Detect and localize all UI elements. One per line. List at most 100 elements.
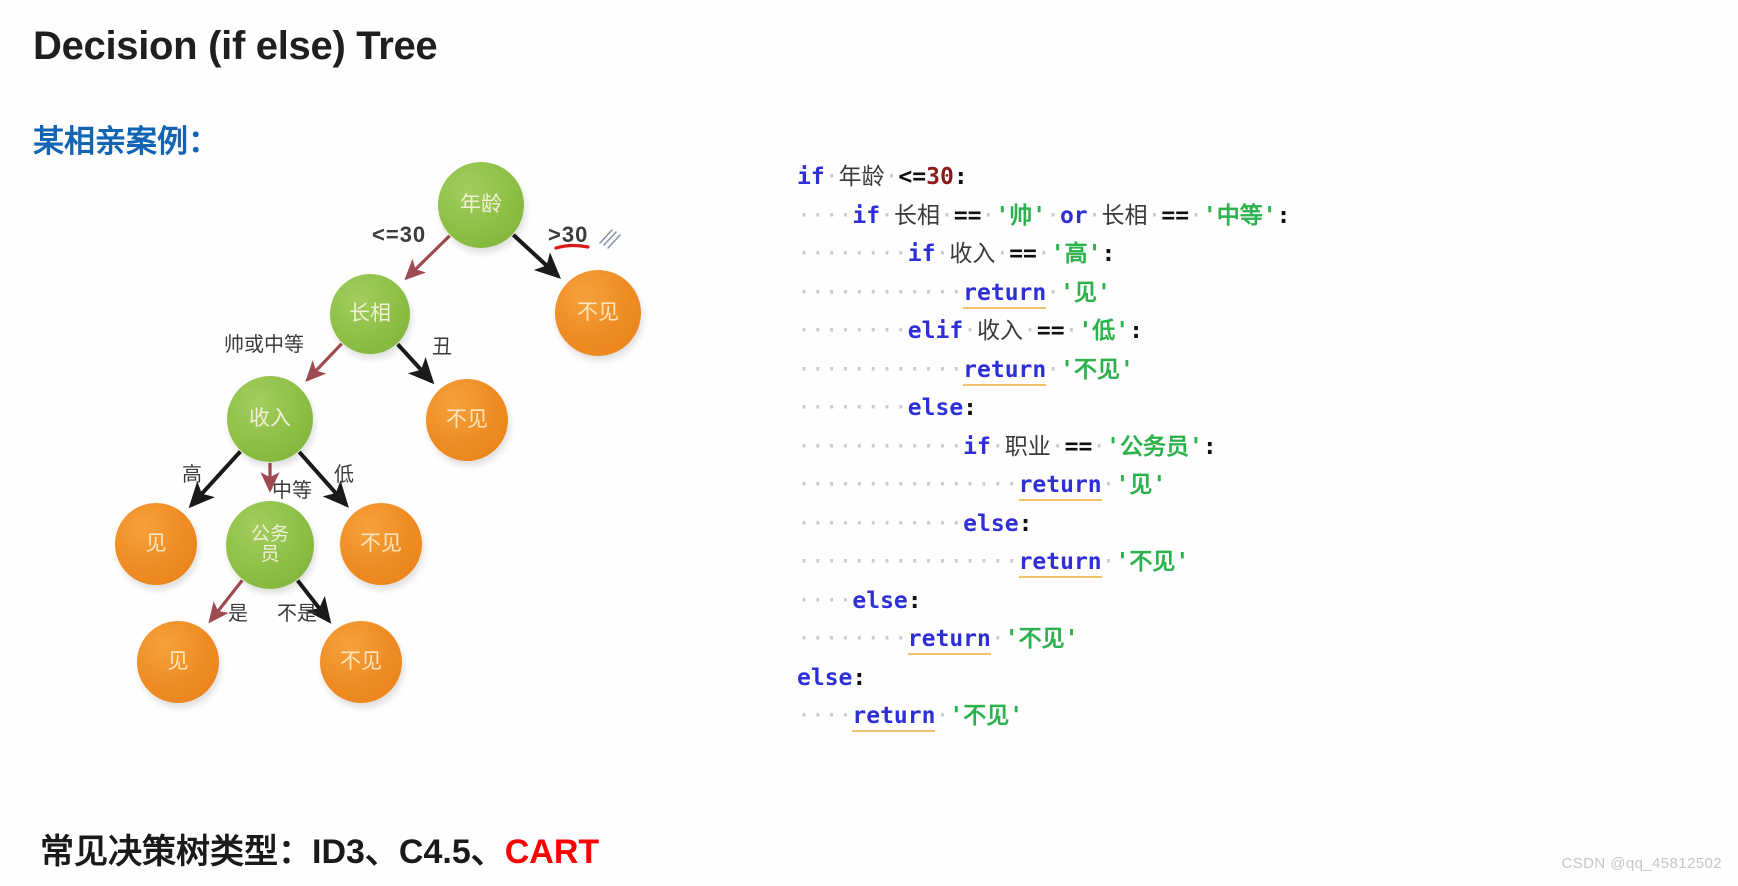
tree-node-label: 见 [167, 649, 189, 673]
code-token-str: '公务员' [1106, 433, 1203, 460]
code-token-kw: if [797, 164, 825, 190]
code-token-pun: : [953, 164, 968, 190]
decision-tree-diagram: 年龄 不见 长相 不见 收入见公务员 不见见不见 <=30 >30 帅或中等丑高中等低是不是 [0, 140, 700, 740]
tree-node-no4: 不见 [320, 621, 402, 703]
code-token-str: '高' [1050, 241, 1102, 267]
code-line-15: ····return·'不见' [797, 697, 1290, 736]
code-token-pun: : [907, 587, 922, 614]
code-token-op: == [1064, 433, 1093, 460]
tree-node-yes1: 见 [115, 503, 197, 585]
tree-node-label: 收入 [249, 406, 291, 430]
tree-node-looks: 长相 [330, 274, 410, 354]
space-dot: · [824, 164, 839, 190]
tree-node-civil: 公务员 [226, 501, 314, 589]
tree-node-label: 年龄 [460, 192, 502, 216]
code-line-13: ········return·'不见' [797, 620, 1290, 659]
code-line-12: ····else: [797, 582, 1290, 621]
space-dot: · [1046, 279, 1061, 306]
code-token-pun: : [1101, 241, 1116, 267]
code-token-kwu: return [1018, 549, 1102, 578]
code-token-kwu: return [907, 626, 991, 655]
code-line-4: ············return·'见' [797, 274, 1290, 313]
code-token-num: 30 [926, 164, 954, 190]
code-token-kw: if [907, 241, 936, 267]
code-token-pun: : [852, 664, 867, 691]
edge-label-income-civil: 中等 [272, 480, 312, 502]
code-line-6: ············return·'不见' [797, 351, 1290, 390]
code-token-op: == [953, 202, 982, 229]
code-line-10: ············else: [797, 505, 1290, 544]
code-token-kw: else [963, 510, 1019, 537]
code-token-kw: if [852, 202, 881, 229]
code-token-id: 收入 [949, 241, 996, 267]
code-token-kwu: return [963, 279, 1047, 309]
code-line-1: if·年龄·<=30: [797, 158, 1290, 197]
indent-dots: ············ [797, 279, 964, 306]
code-token-str: '不见' [1060, 356, 1134, 383]
indent-dots: ········ [797, 318, 908, 344]
space-dot: · [1023, 318, 1037, 344]
code-token-str: '低' [1078, 318, 1130, 344]
space-dot: · [939, 202, 954, 229]
space-dot: · [1101, 549, 1116, 575]
edge-label-income-yes1: 高 [182, 464, 202, 486]
code-token-kw: or [1059, 202, 1088, 229]
edge-label-age-no1: >30 [548, 222, 589, 247]
space-dot: · [880, 202, 894, 229]
space-dot: · [1064, 318, 1079, 344]
tree-node-age: 年龄 [438, 162, 524, 248]
code-token-id: 长相 [893, 202, 940, 229]
indent-dots: ···· [797, 703, 853, 729]
code-token-id: 年龄 [838, 164, 885, 190]
code-token-op: <= [898, 164, 927, 190]
code-token-str: '不见' [1004, 626, 1079, 652]
edge-label-looks-income: 帅或中等 [224, 334, 304, 356]
space-dot: · [1046, 356, 1061, 383]
tree-node-label: 长相 [349, 301, 391, 325]
code-token-pun: : [963, 395, 978, 421]
code-token-str: '见' [1060, 279, 1111, 306]
code-token-str: '帅' [995, 202, 1047, 229]
code-token-kwu: return [963, 356, 1047, 386]
edge-label-civil-no4: 不是 [277, 603, 317, 625]
code-token-pun: : [1129, 318, 1144, 344]
code-token-id: 长相 [1101, 202, 1148, 229]
indent-dots: ············ [797, 356, 964, 383]
tree-edge-looks-to-income [305, 342, 343, 382]
page-title: Decision (if else) Tree [33, 24, 438, 68]
tree-node-no1: 不见 [555, 270, 641, 356]
tree-node-yes2: 见 [137, 621, 219, 703]
code-token-pun: : [1202, 433, 1217, 460]
pencil-mark-icon [599, 229, 621, 249]
space-dot: · [884, 164, 899, 190]
edge-label-income-no3: 低 [334, 464, 354, 486]
indent-dots: ···· [797, 202, 853, 229]
tree-node-income: 收入 [227, 376, 313, 462]
space-dot: · [990, 626, 1005, 652]
footer-prefix: 常见决策树类型：ID3、C4.5、 [40, 833, 505, 871]
tree-node-label: 见 [145, 531, 167, 555]
code-token-str: '不见' [1115, 549, 1190, 575]
code-token-kw: else [907, 395, 964, 421]
tree-edge-looks-to-no2 [396, 342, 435, 385]
footer-highlight-cart: CART [504, 833, 600, 871]
space-dot: · [1036, 241, 1051, 267]
edge-label-age-looks: <=30 [372, 222, 427, 247]
indent-dots: ········ [797, 241, 908, 267]
tree-node-label: 公务员 [250, 524, 289, 565]
code-token-id: 职业 [1004, 433, 1051, 460]
tree-node-no3: 不见 [340, 503, 422, 585]
indent-dots: ···· [797, 587, 853, 614]
code-line-5: ········elif·收入·==·'低': [797, 312, 1290, 351]
space-dot: · [1050, 433, 1065, 460]
tree-node-label: 不见 [577, 300, 619, 324]
python-code-block: if·年龄·<=30: ····if·长相·==·'帅'·or·长相·==·'中等… [797, 158, 1290, 736]
space-dot: · [935, 703, 950, 729]
slide-canvas: Decision (if else) Tree 某相亲案例： 年龄 不见 长相 … [0, 0, 1738, 886]
code-token-op: == [1009, 241, 1037, 267]
code-line-2: ····if·长相·==·'帅'·or·长相·==·'中等': [797, 197, 1290, 236]
space-dot: · [963, 318, 978, 344]
space-dot: · [990, 433, 1005, 460]
code-line-9: ················return·'见' [797, 466, 1290, 505]
tree-node-label: 不见 [446, 407, 488, 431]
